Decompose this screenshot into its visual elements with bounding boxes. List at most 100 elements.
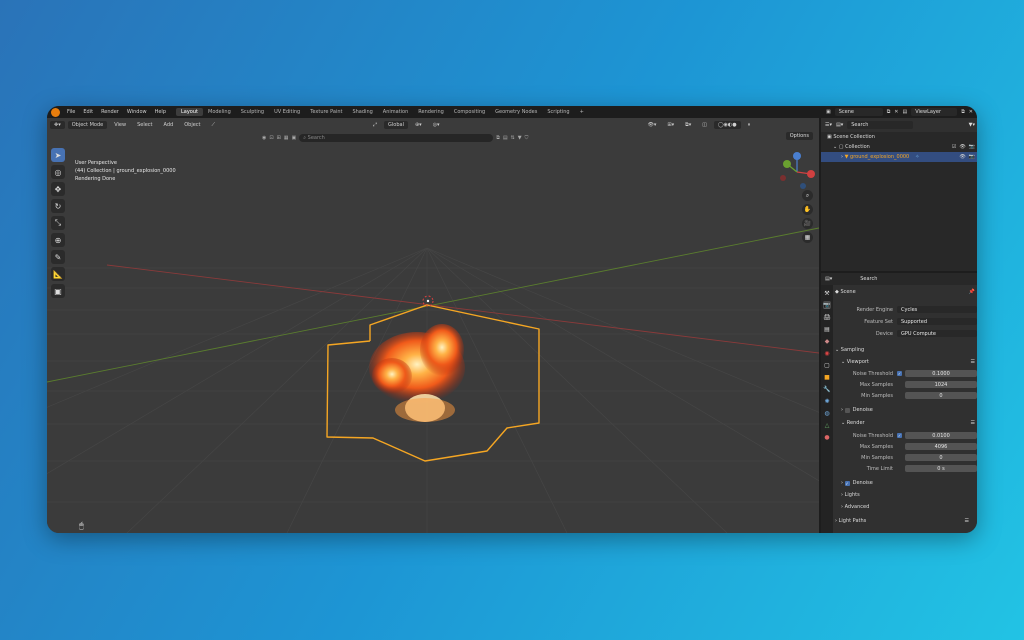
viewport-subpanel-header[interactable]: ⌄ Viewport ☰ <box>835 357 977 367</box>
properties-editor-icon[interactable]: ▤▾ <box>825 276 832 282</box>
feature-set-select[interactable]: Supported <box>897 318 977 325</box>
tab-scripting[interactable]: Scripting <box>542 108 574 116</box>
lock-icon[interactable]: ⊞ <box>277 135 281 141</box>
outliner-search-input[interactable]: Search <box>847 121 914 129</box>
object-tab-icon[interactable]: ■ <box>823 373 831 381</box>
options-button[interactable]: Options <box>785 132 813 140</box>
view-icon[interactable]: ▣ <box>292 135 297 141</box>
add-cube-tool-icon[interactable]: ▣ <box>51 284 65 298</box>
list-icon[interactable]: ☰ <box>965 518 969 524</box>
delete-view-layer-icon[interactable]: ✕ <box>969 109 973 115</box>
vp-noise-field[interactable]: 0.1000 <box>905 370 977 377</box>
move-tool-icon[interactable]: ✥ <box>51 182 65 196</box>
shading-modes-icon[interactable]: ◯◉◐● <box>713 121 741 129</box>
render-subpanel-header[interactable]: ⌄ Render ☰ <box>835 418 977 428</box>
menu-select[interactable]: Select <box>133 121 156 129</box>
tab-modeling[interactable]: Modeling <box>203 108 236 116</box>
vp-min-field[interactable]: 0 <box>905 392 977 399</box>
neg-z-axis-icon[interactable] <box>800 183 806 189</box>
outliner-row[interactable]: › ▼ ground_explosion_0000 ✧ 👁 📷 <box>821 152 977 162</box>
object-mode-select[interactable]: Object Mode <box>67 121 108 129</box>
menu-file[interactable]: File <box>63 109 79 115</box>
output-tab-icon[interactable]: 🖨 <box>823 313 831 321</box>
navigation-gizmo[interactable] <box>777 150 817 194</box>
display-mode-icon[interactable]: ▤▾ <box>836 122 843 128</box>
tab-uv-editing[interactable]: UV Editing <box>269 108 305 116</box>
visibility-icon[interactable]: 👁▾ <box>644 121 661 129</box>
vp-denoise-checkbox[interactable] <box>844 407 850 413</box>
pivot-icon[interactable]: ⟋ <box>208 121 220 129</box>
advanced-subpanel[interactable]: › Advanced <box>835 502 977 512</box>
grid-icon[interactable]: ▦ <box>284 135 289 141</box>
filter-icon[interactable]: ▼ <box>518 135 522 141</box>
outliner-row[interactable]: ▣ Scene Collection <box>821 132 977 142</box>
collection-tab-icon[interactable]: ▢ <box>823 361 831 369</box>
menu-object[interactable]: Object <box>180 121 204 129</box>
checkbox-icon[interactable]: ☑ <box>952 144 956 150</box>
data-tab-icon[interactable]: △ <box>823 421 831 429</box>
tab-layout[interactable]: Layout <box>176 108 203 116</box>
measure-tool-icon[interactable]: 📐 <box>51 267 65 281</box>
menu-window[interactable]: Window <box>123 109 151 115</box>
menu-edit[interactable]: Edit <box>79 109 97 115</box>
render-engine-select[interactable]: Cycles <box>897 306 977 313</box>
xray-icon[interactable]: ◫ <box>698 121 711 129</box>
list-icon[interactable]: ☰ <box>971 420 975 426</box>
grid-view-icon[interactable]: ▦ <box>802 232 813 243</box>
modifier-tab-icon[interactable]: 🔧 <box>823 385 831 393</box>
vp-max-field[interactable]: 1024 <box>905 381 977 388</box>
sampling-panel-header[interactable]: ⌄ Sampling <box>835 345 977 355</box>
menu-help[interactable]: Help <box>151 109 170 115</box>
x-axis-icon[interactable] <box>807 170 815 178</box>
rotate-tool-icon[interactable]: ↻ <box>51 199 65 213</box>
copy-icon[interactable]: ⧉ <box>496 135 500 141</box>
r-min-field[interactable]: 0 <box>905 454 977 461</box>
r-time-field[interactable]: 0 s <box>905 465 977 472</box>
scene-tab-icon[interactable]: ◆ <box>823 337 831 345</box>
shield-icon[interactable]: ⛉ <box>525 135 529 141</box>
world-tab-icon[interactable]: ◉ <box>823 349 831 357</box>
paste-icon[interactable]: ▤ <box>503 135 508 141</box>
overlay-icon[interactable]: ⧉▾ <box>681 121 695 129</box>
render-preview-icon[interactable]: ◉ <box>262 135 266 141</box>
r-noise-checkbox[interactable]: ✓ <box>897 433 902 438</box>
editor-type-icon[interactable]: ✥▾ <box>50 121 65 129</box>
lights-subpanel[interactable]: › Lights <box>835 490 977 500</box>
frame-selected-icon[interactable]: ⊡ <box>269 135 273 141</box>
tool-tab-icon[interactable]: ⚒ <box>823 289 831 297</box>
tab-geometry-nodes[interactable]: Geometry Nodes <box>490 108 542 116</box>
snap-icon[interactable]: ⊕▾ <box>411 121 426 129</box>
camera-icon[interactable]: 📷 <box>969 154 975 160</box>
select-tool-icon[interactable]: ➤ <box>51 148 65 162</box>
list-icon[interactable]: ☰ <box>971 359 975 365</box>
tab-animation[interactable]: Animation <box>378 108 414 116</box>
zoom-icon[interactable]: ⌕ <box>802 190 813 201</box>
3d-viewport[interactable]: ✥▾ Object Mode View Select Add Object ⟋ … <box>47 118 819 533</box>
r-denoise-checkbox[interactable]: ✓ <box>844 480 850 486</box>
properties-search-input[interactable]: Search <box>856 275 923 283</box>
transform-orientation-select[interactable]: Global <box>384 121 408 129</box>
menu-add[interactable]: Add <box>160 121 178 129</box>
eye-icon[interactable]: 👁 <box>959 144 965 150</box>
annotate-tool-icon[interactable]: ✎ <box>51 250 65 264</box>
camera-view-icon[interactable]: 🎥 <box>802 218 813 229</box>
sort-icon[interactable]: ⇅ <box>511 135 515 141</box>
vp-noise-checkbox[interactable]: ✓ <box>897 371 902 376</box>
blender-logo-icon[interactable] <box>51 107 60 117</box>
light-paths-panel[interactable]: › Light Paths ☰ <box>835 516 977 526</box>
gizmo-icon[interactable]: ⊞▾ <box>663 121 678 129</box>
z-axis-icon[interactable] <box>793 152 801 160</box>
view-layer-field[interactable]: ViewLayer <box>911 108 958 116</box>
tab-shading[interactable]: Shading <box>347 108 377 116</box>
physics-tab-icon[interactable]: ◍ <box>823 409 831 417</box>
delete-scene-icon[interactable]: ✕ <box>894 109 898 115</box>
add-workspace-button[interactable]: + <box>575 108 589 116</box>
r-max-field[interactable]: 4096 <box>905 443 977 450</box>
tab-sculpting[interactable]: Sculpting <box>236 108 269 116</box>
tab-compositing[interactable]: Compositing <box>449 108 490 116</box>
render-tab-icon[interactable]: 📷 <box>823 301 831 309</box>
menu-render[interactable]: Render <box>97 109 123 115</box>
pause-icon[interactable]: ⏸ <box>744 121 755 129</box>
scale-tool-icon[interactable]: ⤡ <box>51 216 65 230</box>
viewport-search-input[interactable]: ⌕ Search <box>299 134 494 142</box>
